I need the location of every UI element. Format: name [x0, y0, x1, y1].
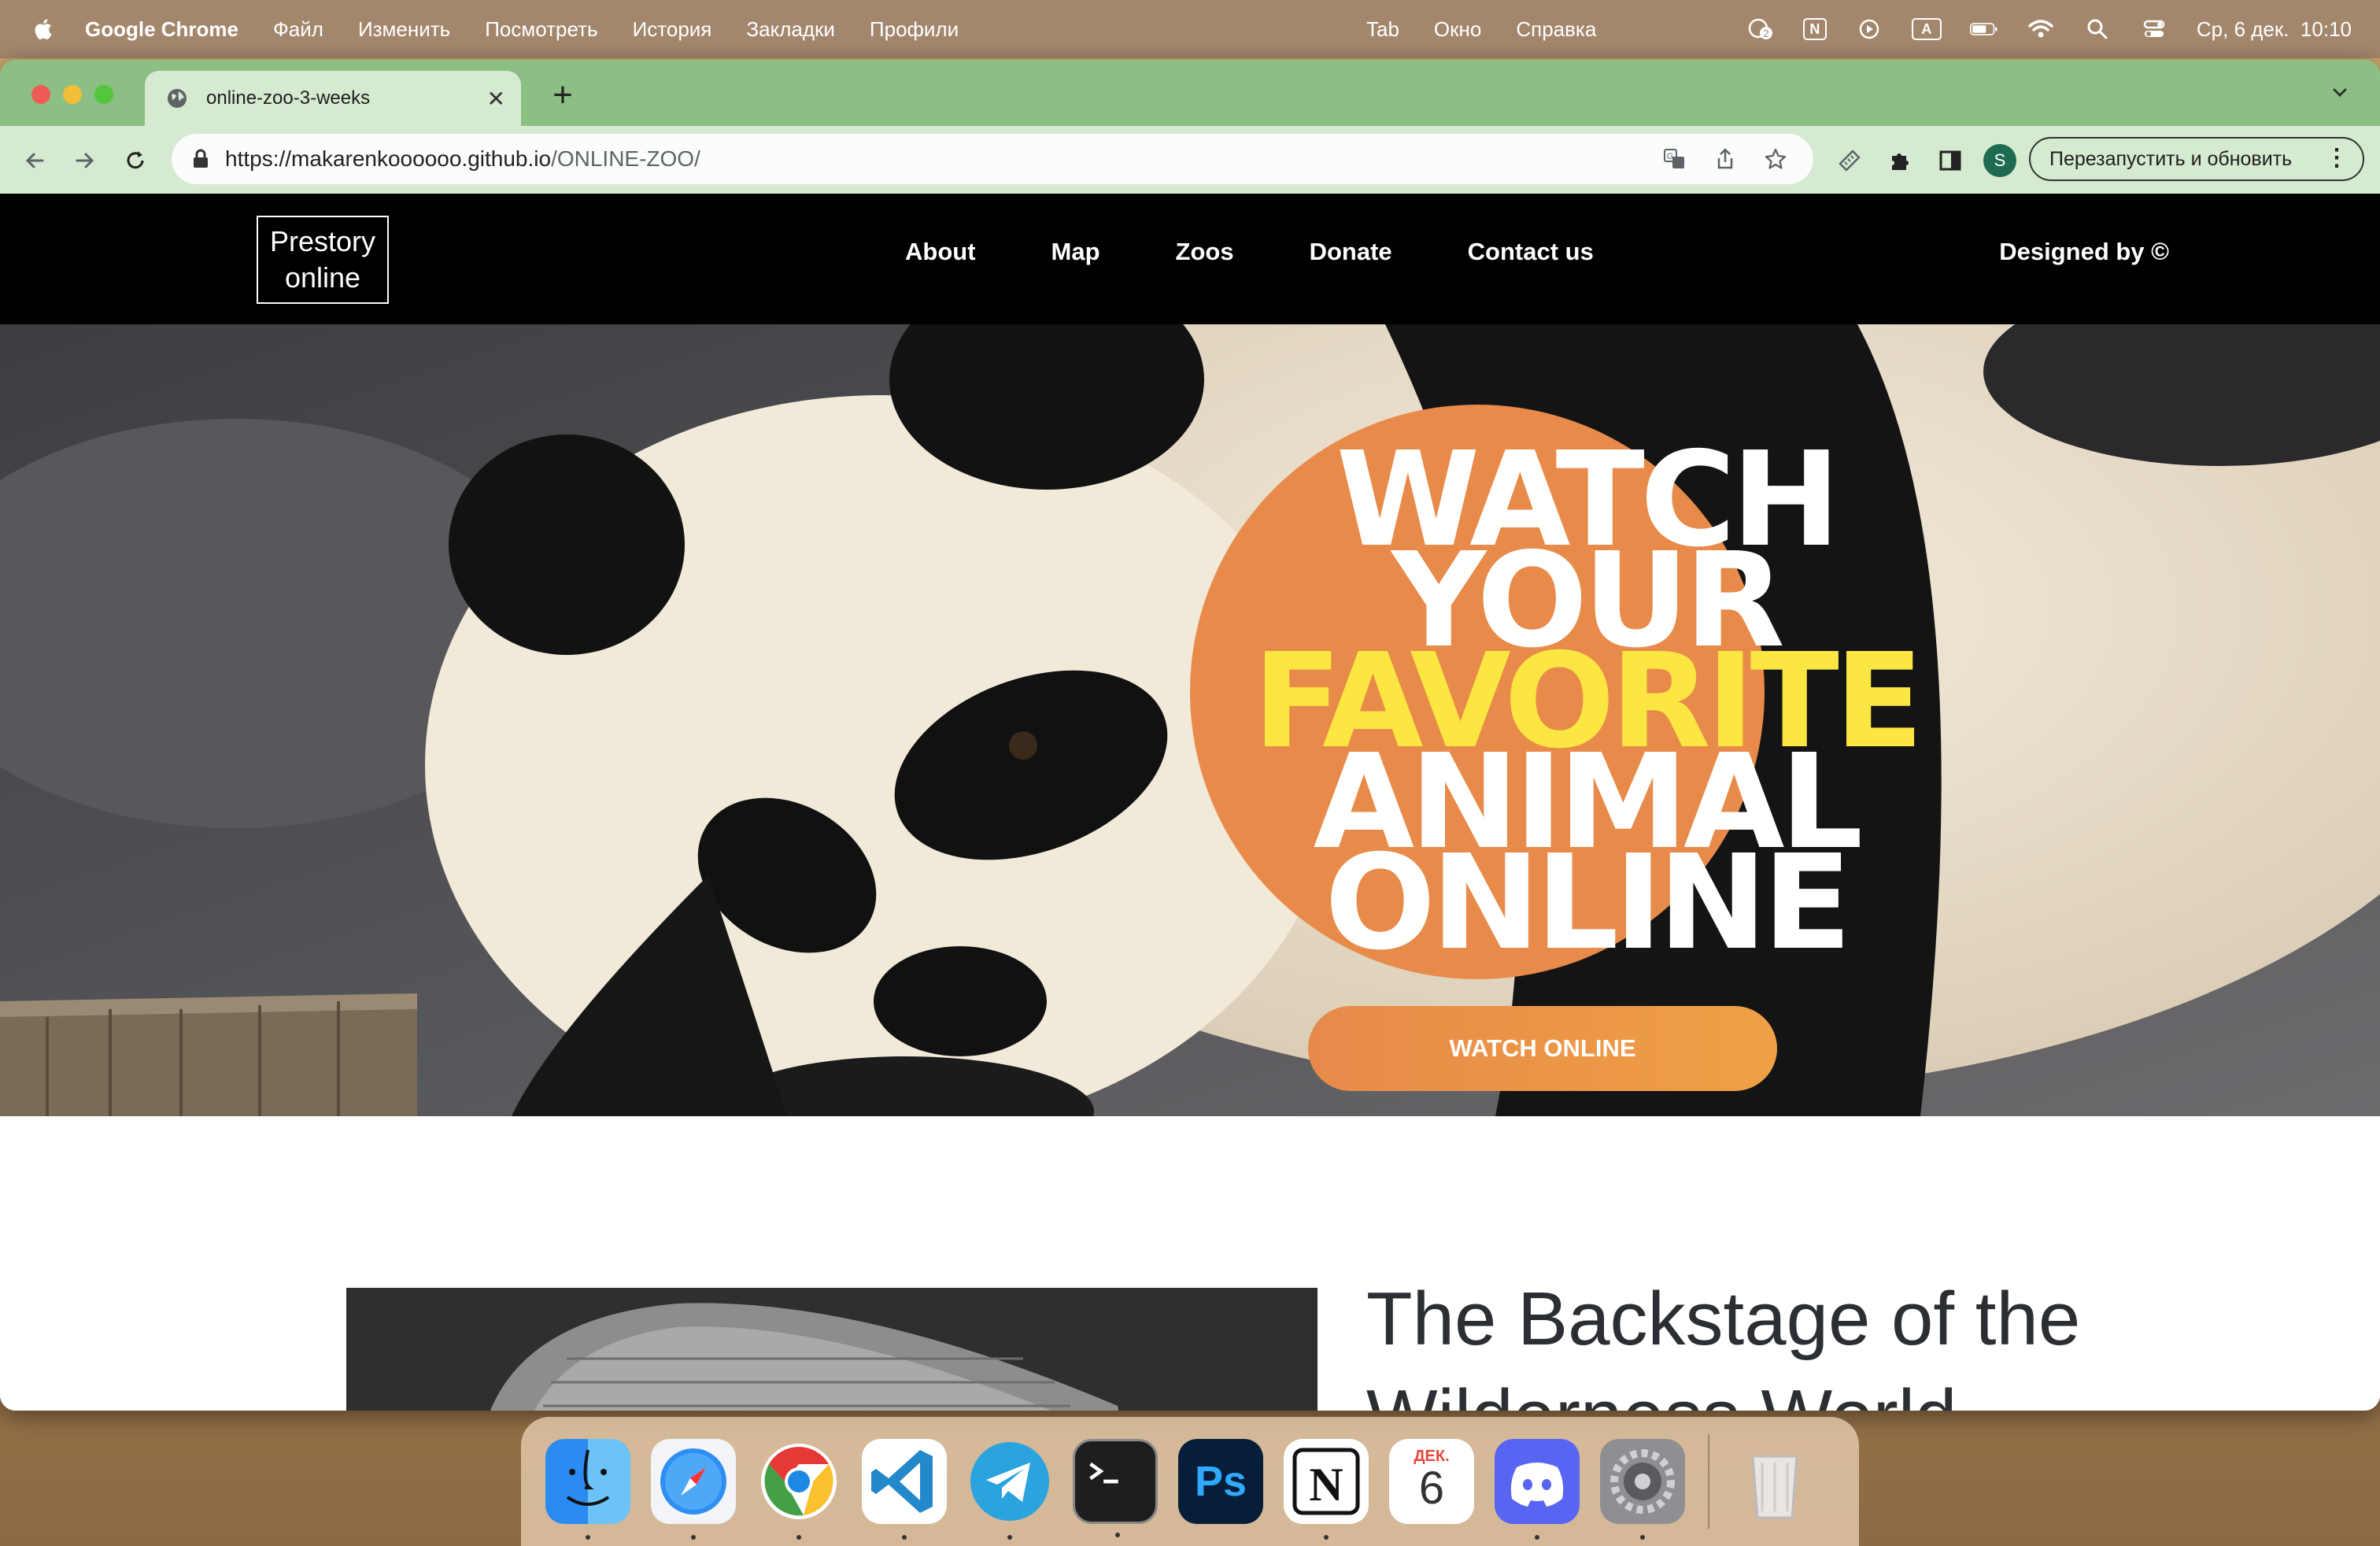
terminal-icon[interactable] — [1073, 1439, 1158, 1537]
wifi-icon[interactable] — [2027, 17, 2055, 41]
system-settings-gear-icon[interactable] — [1600, 1439, 1685, 1540]
nav-contact-us[interactable]: Contact us — [1468, 238, 1594, 266]
calendar-icon[interactable]: ДЕК. 6 — [1389, 1439, 1474, 1524]
relaunch-update-button[interactable]: Перезапустить и обновить ⋮ — [2029, 137, 2364, 181]
globe-icon — [168, 89, 187, 108]
running-indicator — [796, 1535, 801, 1540]
menu-view[interactable]: Посмотреть — [485, 17, 597, 42]
relaunch-label: Перезапустить и обновить — [2049, 147, 2293, 170]
photoshop-icon[interactable]: Ps — [1178, 1439, 1263, 1524]
running-indicator — [1115, 1533, 1120, 1537]
menu-profiles[interactable]: Профили — [870, 17, 959, 42]
extensions-puzzle-icon[interactable] — [1884, 145, 1916, 176]
macos-menu-bar: Google Chrome Файл Изменить Посмотреть И… — [0, 0, 2380, 58]
dock-separator — [1708, 1434, 1709, 1529]
menu-bookmarks[interactable]: Закладки — [746, 17, 835, 42]
backstage-section: The Backstage of the Wilderness World — [0, 1116, 2380, 1411]
url-text[interactable]: https://makarenkoooooo.github.io/ONLINE-… — [225, 146, 700, 172]
back-arrow-icon[interactable] — [19, 145, 50, 176]
panda-hero-image — [0, 324, 2380, 1116]
spotlight-search-icon[interactable] — [2083, 17, 2112, 41]
url-host: https://makarenkoooooo.github.io — [225, 146, 552, 171]
menu-window[interactable]: Окно — [1434, 17, 1481, 42]
url-path: /ONLINE-ZOO/ — [551, 146, 700, 171]
kebab-menu-icon[interactable]: ⋮ — [2325, 146, 2349, 170]
notification-badge-icon[interactable]: 2 — [1746, 17, 1775, 41]
backstage-image — [346, 1288, 1318, 1411]
profile-avatar[interactable]: S — [1983, 144, 2016, 177]
notification-count: 2 — [1763, 28, 1768, 39]
tab-close-icon[interactable]: ✕ — [487, 86, 505, 112]
forward-arrow-icon[interactable] — [69, 145, 101, 176]
nav-zoos[interactable]: Zoos — [1176, 238, 1234, 266]
address-bar[interactable]: https://makarenkoooooo.github.io/ONLINE-… — [172, 134, 1813, 184]
menubar-clock[interactable]: Ср, 6 дек. 10:10 — [2197, 17, 2352, 42]
telegram-icon[interactable] — [967, 1439, 1052, 1540]
tab-strip: online-zoo-3-weeks ✕ + — [0, 60, 2380, 126]
svg-text:G: G — [1667, 152, 1674, 161]
backstage-heading: The Backstage of the Wilderness World — [1366, 1277, 2081, 1411]
active-app-name[interactable]: Google Chrome — [85, 17, 238, 42]
running-indicator — [902, 1535, 907, 1540]
watch-online-button[interactable]: WATCH ONLINE — [1308, 1006, 1777, 1091]
new-tab-button[interactable]: + — [543, 76, 582, 115]
notion-status-icon[interactable]: N — [1802, 18, 1827, 40]
svg-text:N: N — [1309, 1459, 1343, 1511]
share-icon[interactable] — [1711, 145, 1739, 173]
tab-online-zoo[interactable]: online-zoo-3-weeks ✕ — [145, 71, 521, 126]
lock-icon[interactable] — [192, 149, 209, 169]
svg-text:Ps: Ps — [1195, 1458, 1247, 1505]
running-indicator — [586, 1535, 590, 1540]
menu-edit[interactable]: Изменить — [358, 17, 450, 42]
running-indicator — [691, 1535, 696, 1540]
chrome-icon[interactable] — [756, 1439, 841, 1540]
apple-icon[interactable] — [31, 17, 54, 42]
nav-about[interactable]: About — [905, 238, 976, 266]
main-nav: About Map Zoos Donate Contact us — [905, 238, 1594, 266]
chrome-window: online-zoo-3-weeks ✕ + https://makarenko… — [0, 60, 2380, 1411]
notion-icon[interactable]: N — [1284, 1439, 1369, 1540]
web-page: Prestory online About Map Zoos Donate Co… — [0, 194, 2380, 1411]
logo-line-1: Prestory — [269, 225, 376, 257]
bookmark-star-icon[interactable] — [1761, 145, 1790, 173]
play-circle-icon[interactable] — [1855, 17, 1883, 41]
calendar-day: 6 — [1418, 1462, 1445, 1514]
nav-map[interactable]: Map — [1051, 238, 1100, 266]
finder-icon[interactable] — [545, 1439, 630, 1540]
window-close-button[interactable] — [31, 85, 50, 104]
site-logo[interactable]: Prestory online — [257, 216, 389, 304]
safari-icon[interactable] — [651, 1439, 736, 1540]
translate-icon[interactable]: G — [1661, 145, 1689, 173]
running-indicator — [1007, 1535, 1012, 1540]
hero-headline: WATCH YOUR FAVORITE ANIMAL ONLINE — [1204, 435, 1968, 969]
designed-by-link[interactable]: Designed by © — [1999, 238, 2169, 266]
running-indicator — [1324, 1535, 1329, 1540]
running-indicator — [1640, 1535, 1645, 1540]
menu-help[interactable]: Справка — [1516, 17, 1596, 42]
logo-line-2: online — [284, 261, 361, 294]
vscode-icon[interactable] — [862, 1439, 947, 1540]
window-minimize-button[interactable] — [63, 85, 82, 104]
control-center-icon[interactable] — [2140, 17, 2168, 41]
hero-section: WATCH YOUR FAVORITE ANIMAL ONLINE WATCH … — [0, 324, 2380, 1116]
side-panel-icon[interactable] — [1935, 145, 1966, 176]
menu-tab[interactable]: Tab — [1366, 17, 1399, 42]
input-source-icon[interactable]: A — [1911, 18, 1942, 40]
nav-donate[interactable]: Donate — [1310, 238, 1392, 266]
browser-toolbar: https://makarenkoooooo.github.io/ONLINE-… — [0, 126, 2380, 194]
window-maximize-button[interactable] — [94, 85, 113, 104]
tab-search-chevron-icon[interactable] — [2328, 80, 2352, 104]
extension-ruler-icon[interactable] — [1834, 145, 1865, 176]
menu-history[interactable]: История — [633, 17, 712, 42]
battery-icon[interactable] — [1969, 17, 1998, 41]
menu-file[interactable]: Файл — [273, 17, 323, 42]
site-header: Prestory online About Map Zoos Donate Co… — [0, 194, 2380, 324]
trash-icon[interactable] — [1732, 1439, 1817, 1524]
discord-icon[interactable] — [1495, 1439, 1580, 1540]
running-indicator — [1535, 1535, 1539, 1540]
tab-title: online-zoo-3-weeks — [206, 87, 371, 109]
macos-dock: Ps N ДЕК. 6 — [521, 1417, 1859, 1546]
reload-icon[interactable] — [120, 145, 151, 176]
